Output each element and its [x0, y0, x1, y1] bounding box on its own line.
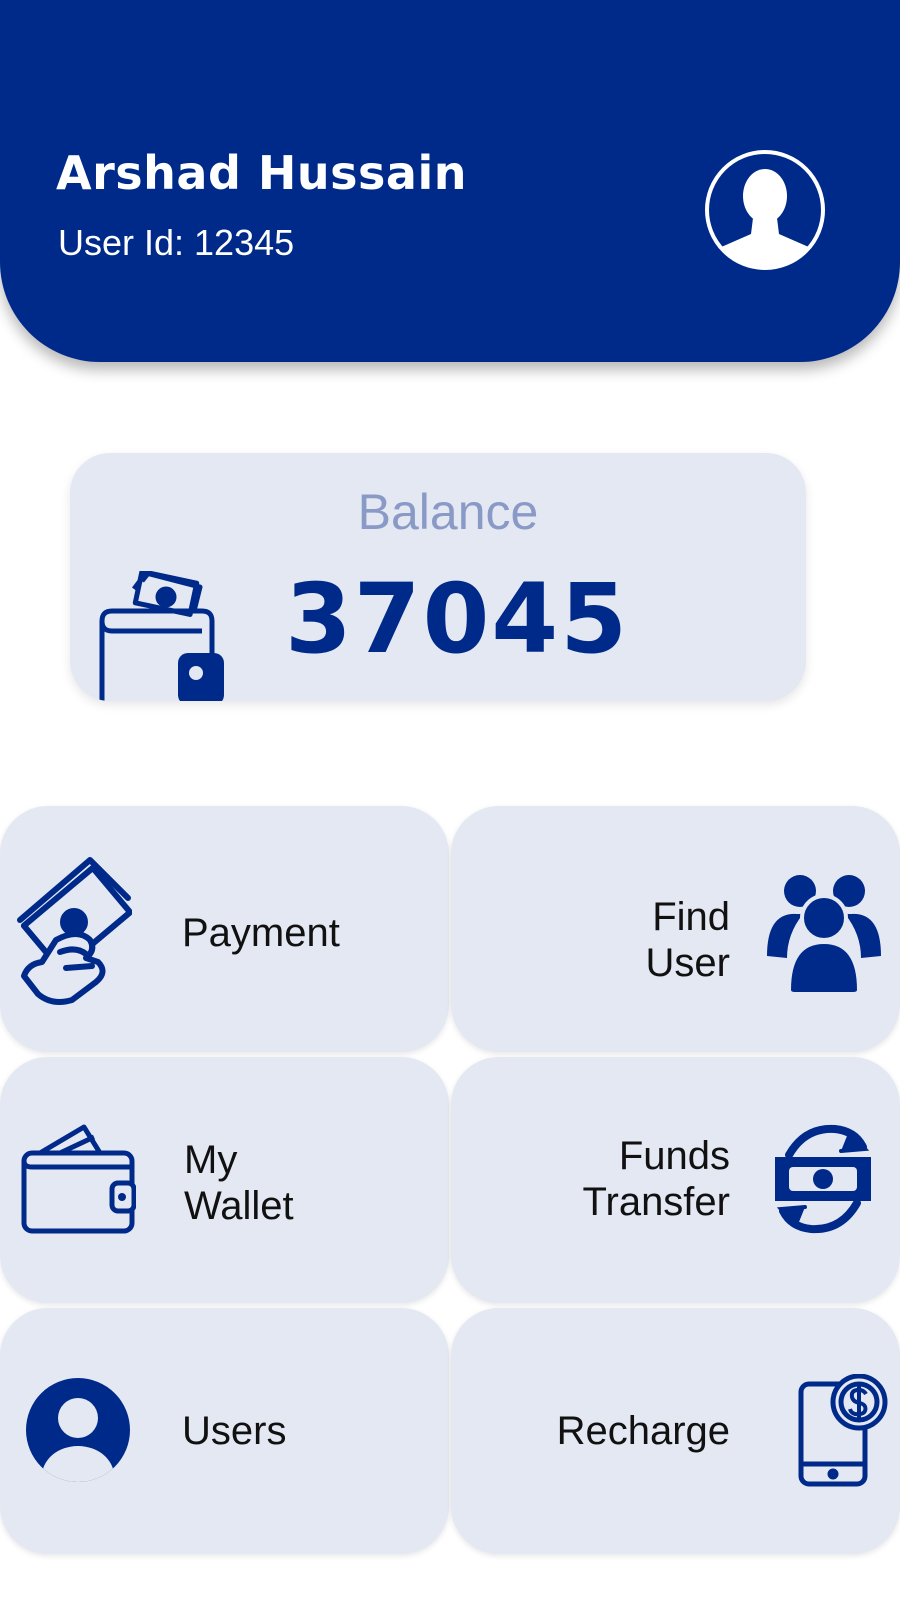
- user-id: User Id: 12345: [58, 222, 295, 263]
- funds-transfer-button[interactable]: Funds Transfer: [451, 1057, 900, 1303]
- wallet-cash-icon: [99, 571, 224, 701]
- phone-dollar-icon: [798, 1374, 888, 1487]
- money-exchange-icon: [775, 1124, 871, 1234]
- find-user-label-line: User: [645, 941, 730, 985]
- recharge-button[interactable]: Recharge: [451, 1308, 900, 1554]
- user-circle-icon: [26, 1378, 130, 1482]
- funds-transfer-label-line: Transfer: [582, 1180, 730, 1224]
- balance-value: 37045: [285, 563, 629, 675]
- balance-card: Balance 37045: [70, 453, 806, 701]
- balance-label: Balance: [357, 484, 539, 540]
- my-wallet-button[interactable]: My Wallet: [0, 1057, 449, 1303]
- find-user-label-line: Find: [652, 895, 730, 939]
- payment-button[interactable]: Payment: [0, 806, 449, 1052]
- users-group-icon: [767, 875, 881, 994]
- funds-transfer-label: Funds Transfer: [583, 1133, 730, 1225]
- users-label: Users: [182, 1408, 286, 1454]
- user-name: Arshad Hussain: [56, 146, 467, 200]
- wallet-icon: [21, 1124, 136, 1234]
- funds-transfer-label-line: Funds: [618, 1134, 730, 1178]
- recharge-label-line: Recharge: [556, 1409, 730, 1453]
- payment-label: Payment: [182, 910, 340, 956]
- find-user-button[interactable]: Find User: [451, 806, 900, 1052]
- profile-header: Arshad Hussain User Id: 12345: [0, 0, 900, 362]
- users-label-line: Users: [182, 1409, 287, 1453]
- my-wallet-label-line: My: [184, 1138, 238, 1182]
- cash-hand-icon: [17, 857, 132, 1005]
- recharge-label: Recharge: [557, 1408, 730, 1454]
- my-wallet-label-line: Wallet: [184, 1184, 294, 1228]
- find-user-label: Find User: [646, 894, 730, 986]
- user-avatar-icon[interactable]: [703, 148, 827, 272]
- payment-label-line: Payment: [182, 911, 340, 955]
- users-button[interactable]: Users: [0, 1308, 449, 1554]
- my-wallet-label: My Wallet: [184, 1137, 294, 1229]
